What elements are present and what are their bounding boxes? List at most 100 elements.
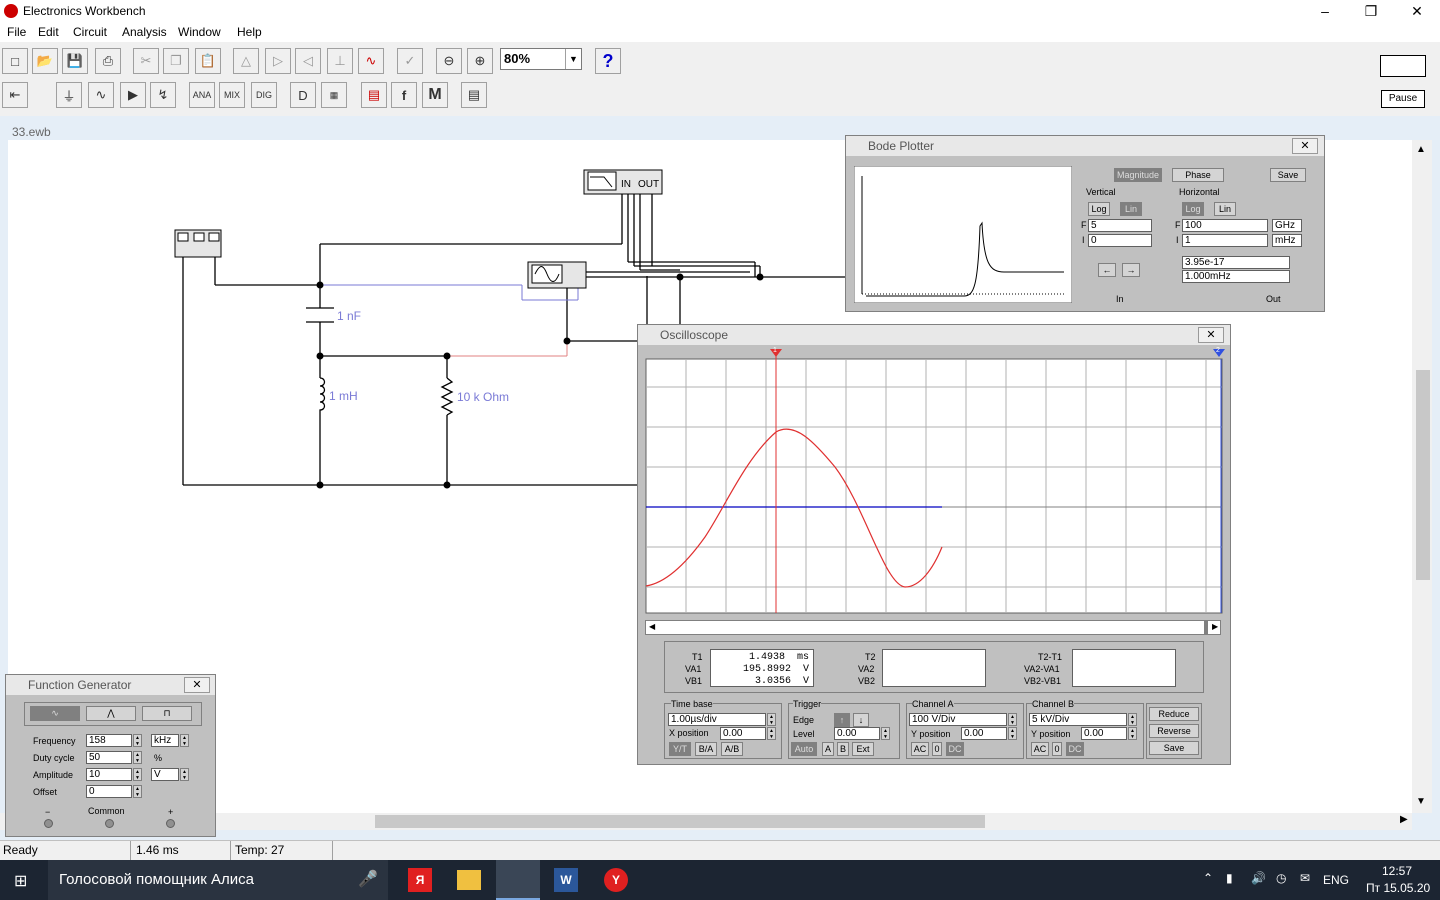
scroll-right-icon[interactable]: ▶	[1400, 814, 1408, 825]
xpos-input[interactable]: 0.00	[720, 727, 766, 740]
zoom-out-icon[interactable]: ⊖	[436, 48, 462, 74]
close-icon[interactable]: ✕	[1292, 138, 1318, 154]
function-generator-component[interactable]	[174, 229, 222, 258]
trigger-auto-button[interactable]: Auto	[791, 742, 817, 756]
cursor-right-icon[interactable]: →	[1122, 263, 1140, 277]
channel-a-ac-button[interactable]: AC	[911, 742, 929, 756]
amplitude-unit-select[interactable]: V	[151, 768, 179, 781]
indicators-icon[interactable]: ▤	[361, 82, 387, 108]
subcircuit-icon[interactable]: ⊥	[327, 48, 353, 74]
controls-icon[interactable]: f	[391, 82, 417, 108]
paste-icon[interactable]: 📋	[195, 48, 221, 74]
rotate-icon[interactable]: △	[233, 48, 259, 74]
edge-falling-button[interactable]: ↓	[853, 713, 869, 727]
scroll-thumb[interactable]	[1416, 370, 1430, 580]
timebase-spinner[interactable]: ▲ ▼	[767, 713, 776, 726]
vertical-initial-input[interactable]: 0	[1088, 234, 1152, 247]
scroll-down-icon[interactable]: ▼	[1416, 796, 1426, 807]
horizontal-initial-input[interactable]: 1	[1182, 234, 1268, 247]
reduce-button[interactable]: Reduce	[1149, 707, 1199, 721]
search-box[interactable]: Голосовой помощник Алиса	[48, 860, 388, 900]
magnitude-button[interactable]: Magnitude	[1114, 168, 1162, 182]
duty-cycle-spinner[interactable]: ▲ ▼	[133, 751, 142, 764]
yt-button[interactable]: Y/T	[669, 742, 691, 756]
network-icon[interactable]: ◷	[1276, 871, 1286, 885]
offset-input[interactable]: 0	[86, 785, 132, 798]
graph-icon[interactable]: ∿	[358, 48, 384, 74]
cursor2-marker[interactable]: 2	[1216, 347, 1220, 354]
phase-button[interactable]: Phase	[1172, 168, 1224, 182]
zoom-select[interactable]: 80% ▼	[500, 48, 582, 70]
frequency-spinner[interactable]: ▲ ▼	[133, 734, 142, 747]
offset-spinner[interactable]: ▲ ▼	[133, 785, 142, 798]
common-terminal-icon[interactable]	[105, 819, 114, 828]
level-spinner[interactable]: ▲ ▼	[881, 727, 890, 740]
menu-file[interactable]: File	[7, 25, 26, 39]
menu-edit[interactable]: Edit	[38, 25, 59, 39]
frequency-input[interactable]: 158	[86, 734, 132, 747]
horizontal-lin-button[interactable]: Lin	[1214, 202, 1236, 216]
channel-a-ypos-spinner[interactable]: ▲ ▼	[1008, 727, 1017, 740]
channel-a-zero-button[interactable]: 0	[932, 742, 942, 756]
volume-icon[interactable]: 🔊	[1251, 871, 1266, 885]
cut-icon[interactable]: ✂	[133, 48, 159, 74]
osc-hscroll[interactable]: ◀ ▶	[645, 620, 1221, 635]
channel-b-scale-input[interactable]: 5 kV/Div	[1029, 713, 1127, 726]
digital-ics-icon[interactable]: DIG	[251, 82, 277, 108]
electronics-workbench-icon[interactable]	[496, 860, 540, 900]
frequency-unit-spinner[interactable]: ▲ ▼	[180, 734, 189, 747]
channel-b-ypos-input[interactable]: 0.00	[1081, 727, 1127, 740]
scroll-up-icon[interactable]: ▲	[1416, 144, 1426, 155]
diodes-icon[interactable]: ▶	[120, 82, 146, 108]
yandex-browser-icon[interactable]: Я	[408, 868, 432, 892]
vertical-final-input[interactable]: 5	[1088, 219, 1152, 232]
channel-a-scale-spinner[interactable]: ▲ ▼	[1008, 713, 1017, 726]
power-switch-icon[interactable]	[1380, 55, 1426, 77]
vertical-lin-button[interactable]: Lin	[1120, 202, 1142, 216]
oscilloscope-component[interactable]	[527, 261, 587, 289]
menu-help[interactable]: Help	[237, 25, 262, 39]
mixed-ics-icon[interactable]: MIX	[219, 82, 245, 108]
clock-date[interactable]: Пт 15.05.20	[1366, 881, 1430, 895]
notification-icon[interactable]: ✉	[1300, 871, 1310, 885]
print-icon[interactable]: ⎙	[95, 48, 121, 74]
sine-wave-button[interactable]: ∿	[30, 706, 80, 721]
bode-save-button[interactable]: Save	[1270, 168, 1306, 182]
component-properties-icon[interactable]: ✓	[397, 48, 423, 74]
horizontal-initial-unit[interactable]: mHz	[1272, 234, 1302, 247]
trigger-ext-button[interactable]: Ext	[852, 742, 874, 756]
close-icon[interactable]: ✕	[184, 677, 210, 693]
menu-analysis[interactable]: Analysis	[122, 25, 167, 39]
duty-cycle-input[interactable]: 50	[86, 751, 132, 764]
amplitude-input[interactable]: 10	[86, 768, 132, 781]
tray-chevron-icon[interactable]: ⌃	[1203, 871, 1213, 885]
basic-icon[interactable]: ∿	[88, 82, 114, 108]
scroll-right-icon[interactable]: ▶	[1212, 622, 1218, 631]
help-button[interactable]: ?	[595, 48, 621, 74]
word-icon[interactable]: W	[554, 868, 578, 892]
square-wave-button[interactable]: ⊓	[142, 706, 192, 721]
cursor1-marker[interactable]: 1	[773, 347, 777, 354]
reverse-button[interactable]: Reverse	[1149, 724, 1199, 738]
amplitude-unit-spinner[interactable]: ▲ ▼	[180, 768, 189, 781]
digital-icon[interactable]: ▦	[321, 82, 347, 108]
amplitude-spinner[interactable]: ▲ ▼	[133, 768, 142, 781]
pause-button[interactable]: Pause	[1381, 90, 1425, 108]
analog-ics-icon[interactable]: ANA	[189, 82, 215, 108]
open-folder-icon[interactable]: 📂	[32, 48, 58, 74]
horizontal-log-button[interactable]: Log	[1182, 202, 1204, 216]
trigger-b-button[interactable]: B	[837, 742, 849, 756]
vertical-scrollbar[interactable]: ▲ ▼	[1412, 140, 1432, 813]
trigger-a-button[interactable]: A	[822, 742, 834, 756]
battery-icon[interactable]: ▮	[1226, 871, 1233, 885]
horizontal-final-unit[interactable]: GHz	[1272, 219, 1302, 232]
menu-window[interactable]: Window	[178, 25, 221, 39]
sources-icon[interactable]: ⏚	[56, 82, 82, 108]
language-indicator[interactable]: ENG	[1323, 873, 1349, 887]
save-icon[interactable]: 💾	[62, 48, 88, 74]
cursor-left-icon[interactable]: ←	[1098, 263, 1116, 277]
edge-rising-button[interactable]: ↑	[834, 713, 850, 727]
xpos-spinner[interactable]: ▲ ▼	[767, 727, 776, 740]
channel-b-scale-spinner[interactable]: ▲ ▼	[1128, 713, 1137, 726]
menu-circuit[interactable]: Circuit	[73, 25, 107, 39]
